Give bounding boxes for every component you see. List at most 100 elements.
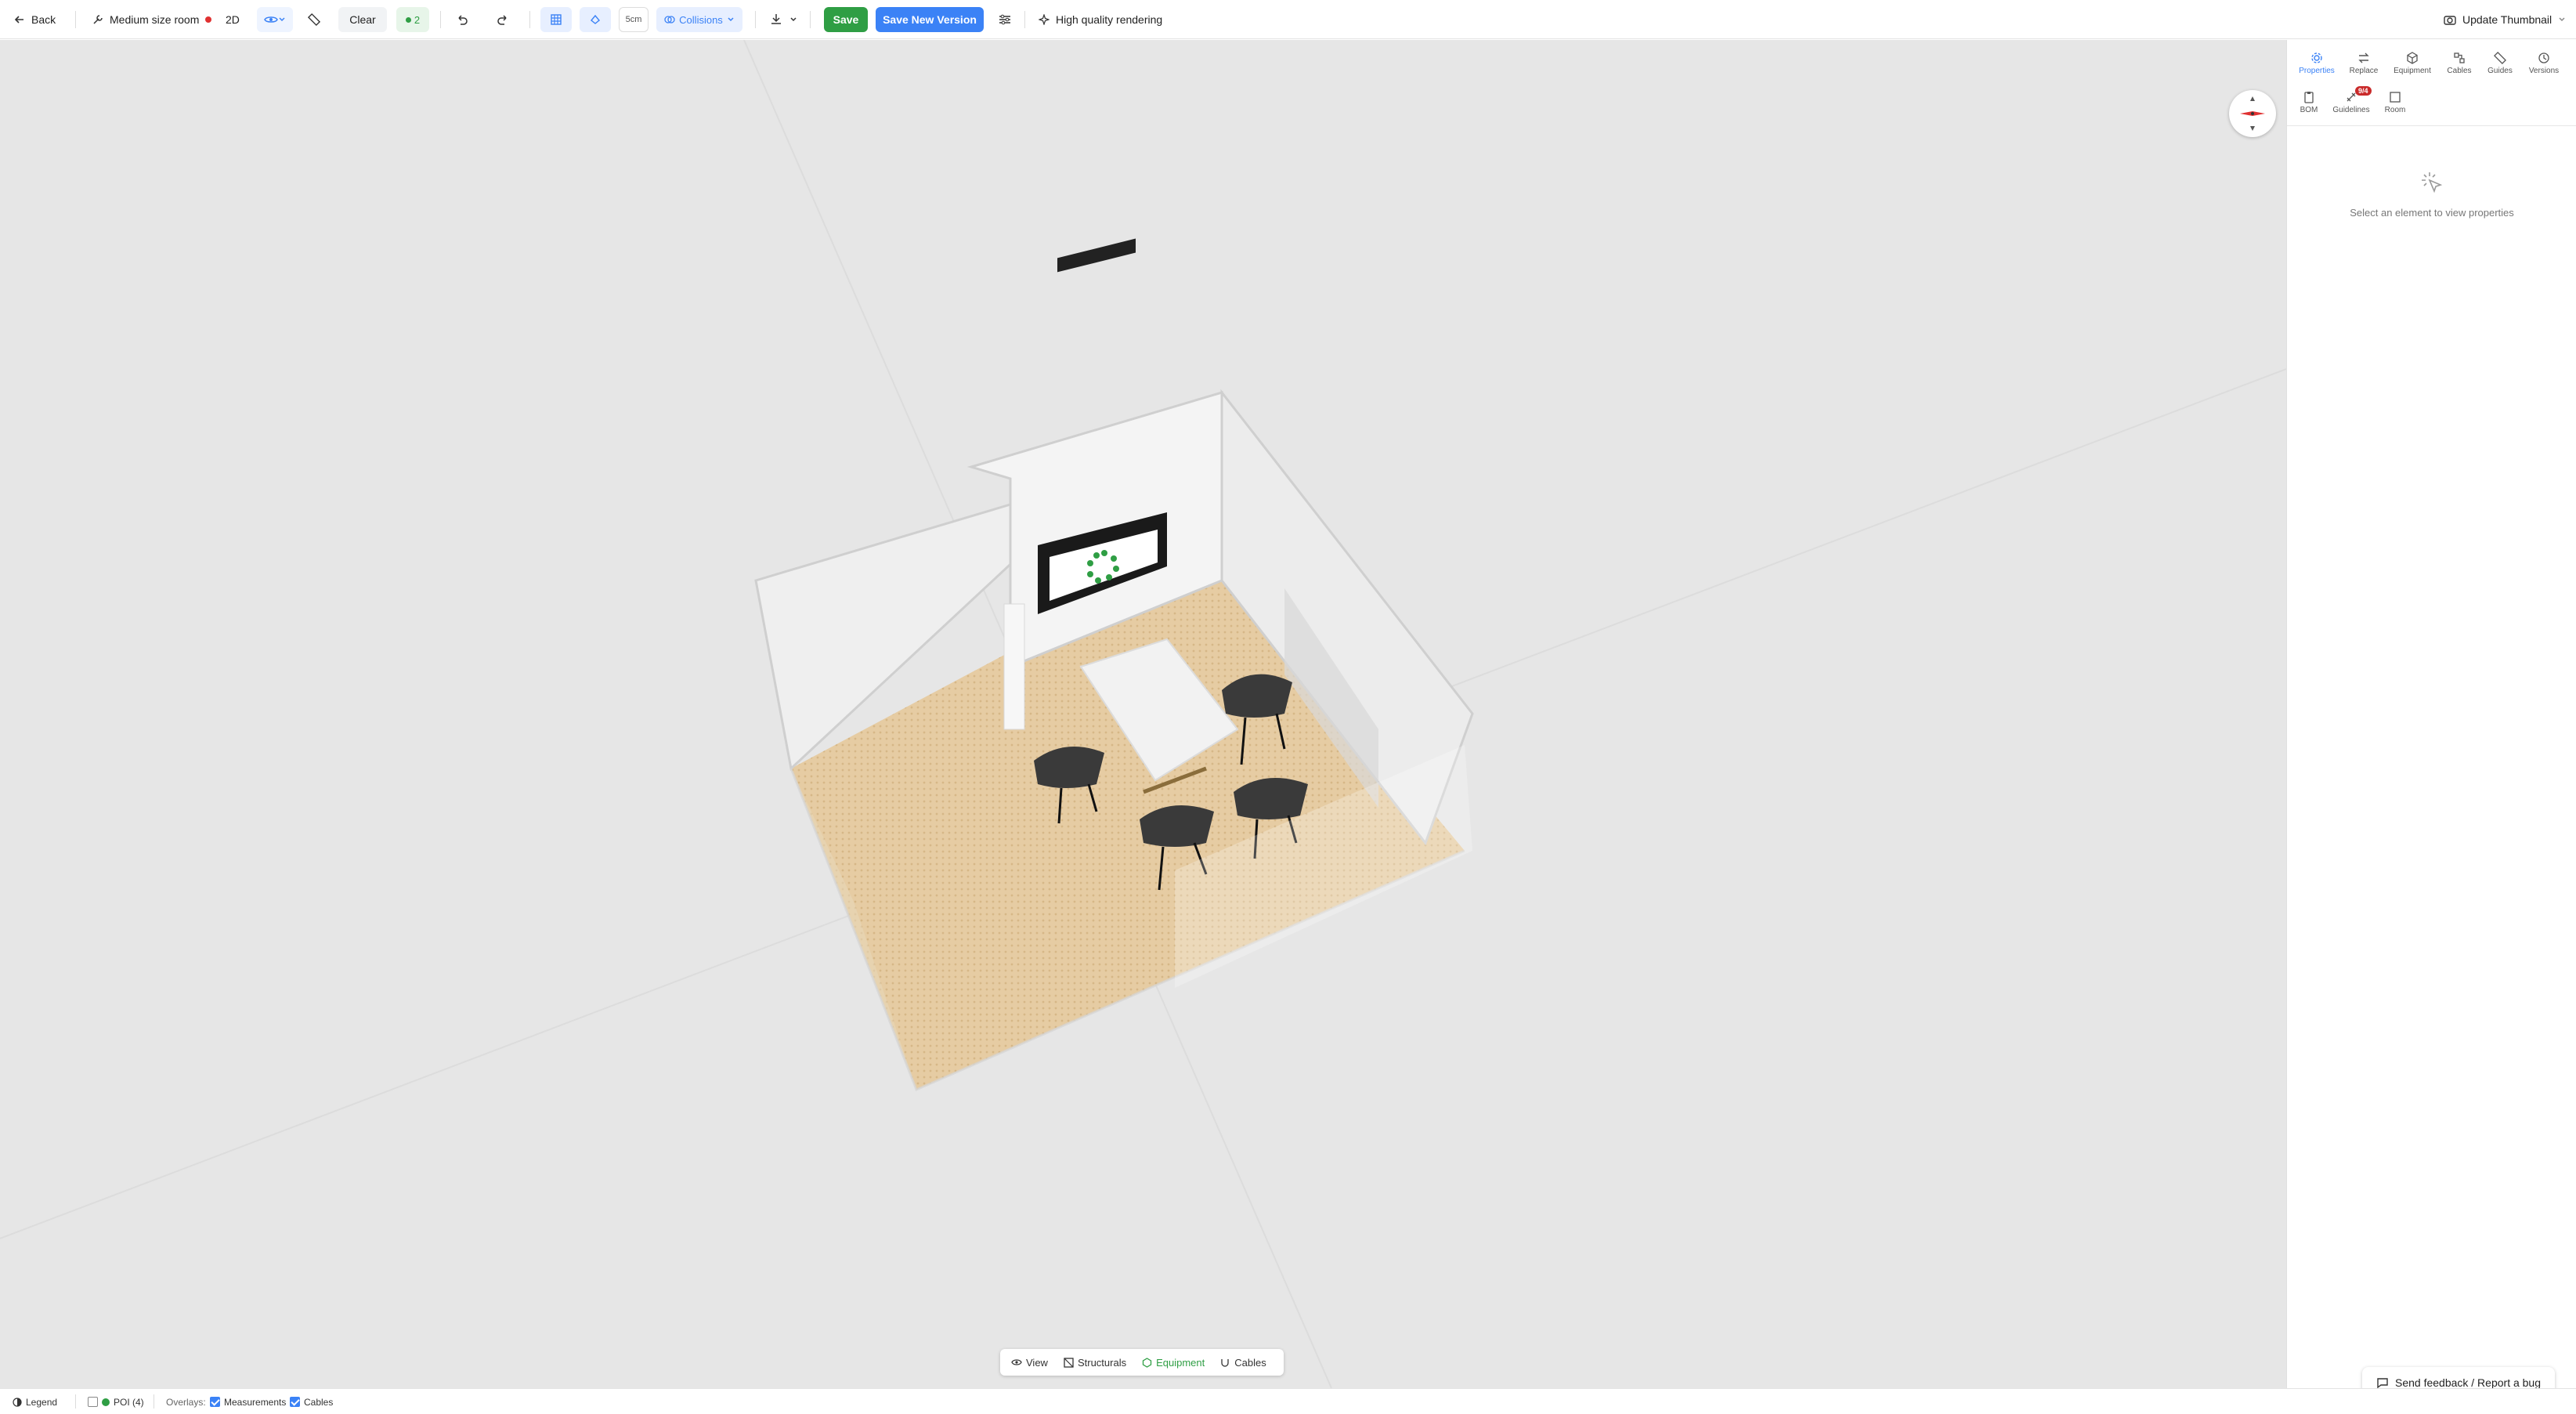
tab-view-label: View [1026, 1356, 1048, 1369]
update-thumbnail-label: Update Thumbnail [2462, 13, 2553, 26]
ruler-icon [307, 13, 321, 27]
measurements-label: Measurements [224, 1396, 287, 1408]
gear-icon [2311, 52, 2322, 63]
collisions-icon [664, 16, 675, 24]
save-button[interactable]: Save [824, 0, 868, 39]
mode-tabs: View Structurals Equipment Cables [1000, 1349, 1284, 1376]
properties-panel: Properties Replace Equipment Cables Guid… [2286, 40, 2576, 1388]
unsaved-indicator [205, 16, 212, 23]
hq-render-toggle[interactable]: High quality rendering [1039, 0, 1162, 39]
save-label: Save [824, 7, 868, 32]
tab-versions[interactable]: Versions [2522, 46, 2566, 81]
tab-room-label: Room [2384, 106, 2406, 114]
sparkle-icon [1039, 14, 1050, 25]
grid-toggle-button[interactable] [540, 0, 572, 39]
room-name-button[interactable]: Medium size room [92, 0, 212, 39]
measure-tool-button[interactable] [302, 0, 326, 39]
divider [810, 11, 811, 28]
divider [755, 11, 756, 28]
pointer-click-icon [2422, 172, 2443, 193]
tab-bom[interactable]: BOM [2287, 85, 2331, 120]
structurals-icon [1064, 1357, 1074, 1368]
grid-icon [551, 14, 562, 25]
tab-equipment[interactable]: Equipment [1136, 1352, 1211, 1372]
3d-viewport[interactable]: View Structurals Equipment Cables [0, 40, 2286, 1388]
tab-replace[interactable]: Replace [2342, 46, 2386, 81]
history-icon [2538, 52, 2549, 63]
measurement-count-badge[interactable]: 2 [396, 0, 429, 39]
divider [440, 11, 441, 28]
tab-equipment-label: Equipment [2394, 67, 2431, 75]
tab-cables-label: Cables [2447, 67, 2472, 75]
undo-button[interactable] [456, 0, 468, 39]
settings-sliders-button[interactable] [998, 0, 1012, 39]
tab-guides[interactable]: Guides [2478, 46, 2522, 81]
export-dropdown[interactable] [769, 0, 797, 39]
swap-icon [2358, 52, 2369, 63]
save-new-version-label: Save New Version [876, 7, 984, 32]
tab-guides-label: Guides [2487, 67, 2513, 75]
divider [1024, 11, 1025, 28]
redo-icon [497, 15, 507, 25]
snap-toggle-button[interactable] [580, 0, 611, 39]
divider [75, 1394, 76, 1409]
tab-view[interactable]: View [1005, 1352, 1054, 1372]
equipment-icon [1142, 1357, 1152, 1368]
tab-equipment-label: Equipment [1156, 1356, 1205, 1369]
divider [529, 11, 530, 28]
chevron-down-icon [790, 17, 797, 22]
poi-color-dot [102, 1398, 110, 1406]
chat-icon [2377, 1378, 2388, 1389]
guidelines-badge: 9/4 [2355, 86, 2372, 96]
clear-button[interactable]: Clear [338, 0, 387, 39]
measurements-overlay-toggle[interactable]: Measurements [210, 1389, 286, 1414]
collisions-label: Collisions [679, 13, 723, 26]
tab-properties-label: Properties [2299, 67, 2335, 75]
clear-label: Clear [338, 7, 387, 32]
poi-toggle[interactable]: POI (4) [88, 1389, 144, 1414]
sliders-icon [999, 14, 1010, 25]
grid-size-label: 5cm [619, 7, 649, 32]
tab-cables[interactable]: Cables [2437, 46, 2481, 81]
camera-icon [2444, 16, 2456, 25]
clipboard-icon [2304, 92, 2314, 103]
chevron-down-icon [728, 17, 734, 22]
back-button[interactable]: Back [14, 0, 56, 39]
status-dot [405, 16, 411, 23]
tab-guidelines[interactable]: Guidelines 9/4 [2329, 85, 2373, 120]
tab-cables-label: Cables [1234, 1356, 1266, 1369]
redo-button[interactable] [497, 0, 509, 39]
tab-replace-label: Replace [2349, 67, 2379, 75]
undo-icon [458, 15, 468, 25]
tab-structurals-label: Structurals [1077, 1356, 1127, 1369]
tab-bom-label: BOM [2300, 106, 2318, 114]
view-mode-toggle[interactable]: 2D [226, 0, 240, 39]
empty-state: Select an element to view properties [2287, 169, 2576, 219]
divider [75, 11, 76, 28]
save-new-version-button[interactable]: Save New Version [876, 0, 984, 39]
tab-cables[interactable]: Cables [1214, 1352, 1272, 1372]
top-toolbar: Back Medium size room 2D Clear 2 5cm Col… [0, 0, 2576, 39]
update-thumbnail-button[interactable]: Update Thumbnail [2444, 0, 2566, 39]
column [1003, 603, 1025, 730]
tab-room[interactable]: Room [2373, 85, 2417, 120]
eye-icon [1011, 1359, 1022, 1365]
legend-toggle[interactable]: Legend [13, 1389, 57, 1414]
box-icon [2407, 52, 2418, 64]
visibility-dropdown[interactable] [257, 0, 293, 39]
tab-equipment[interactable]: Equipment [2390, 46, 2434, 81]
poi-checkbox[interactable] [88, 1397, 98, 1407]
wrench-icon [93, 15, 103, 24]
video-bar [1057, 238, 1136, 273]
hq-render-label: High quality rendering [1056, 13, 1163, 26]
back-label: Back [31, 13, 56, 26]
measurements-checkbox[interactable] [210, 1397, 220, 1407]
cables-checkbox[interactable] [290, 1397, 300, 1407]
snap-icon [591, 14, 600, 24]
collisions-dropdown[interactable]: Collisions [656, 0, 742, 39]
cables-overlay-toggle[interactable]: Cables [290, 1389, 333, 1414]
grid-size-button[interactable]: 5cm [619, 0, 649, 39]
tab-properties[interactable]: Properties [2295, 46, 2339, 81]
orientation-compass[interactable] [2229, 90, 2276, 137]
tab-structurals[interactable]: Structurals [1057, 1352, 1133, 1372]
